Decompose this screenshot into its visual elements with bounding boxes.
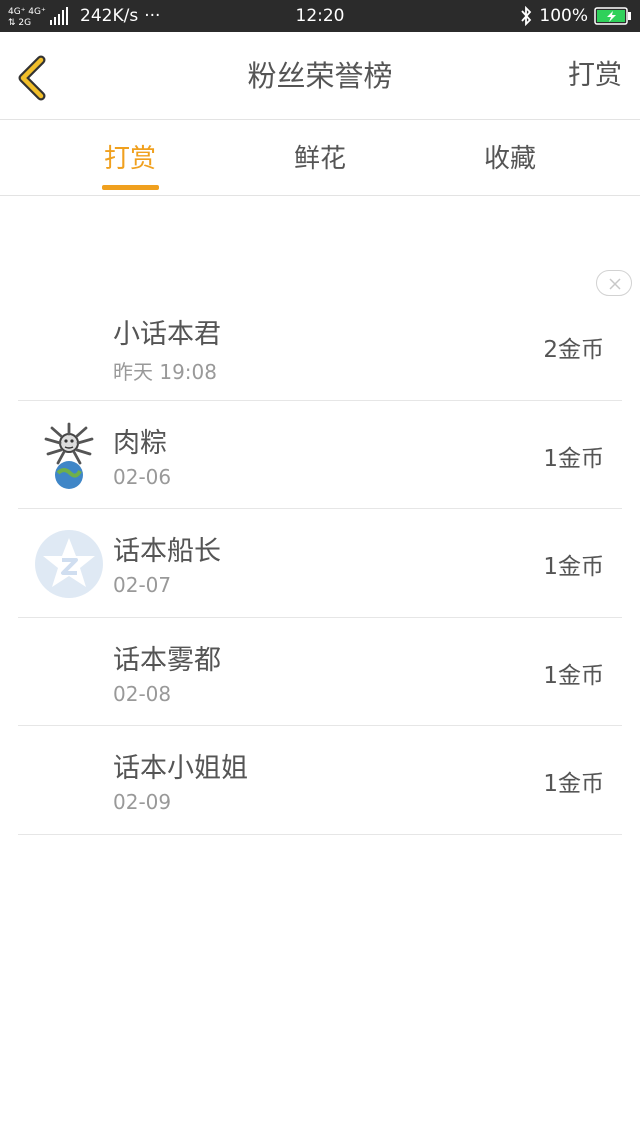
active-tab-indicator	[102, 185, 159, 190]
bluetooth-icon	[521, 6, 532, 26]
tip-date: 02-07	[113, 573, 172, 597]
tip-amount: 1金币	[543, 554, 604, 580]
list-item[interactable]: 话本小姐姐 02-09 1金币	[18, 726, 622, 835]
back-button[interactable]	[14, 54, 54, 102]
tab-favorites[interactable]: 收藏	[440, 121, 580, 196]
more-indicator: ···	[144, 6, 161, 26]
list-item[interactable]: 话本雾都 02-08 1金币	[18, 618, 622, 726]
tip-button[interactable]: 打赏	[568, 32, 622, 120]
page-title: 粉丝荣誉榜	[247, 59, 393, 93]
battery-icon	[594, 7, 631, 25]
network-speed: 242K/s	[80, 6, 139, 26]
tab-flowers[interactable]: 鲜花	[250, 121, 390, 196]
tip-date: 昨天 19:08	[113, 360, 217, 384]
tip-amount: 1金币	[543, 771, 604, 797]
signal-icon: 4G⁺ 4G⁺ ⇅ 2G	[8, 7, 68, 27]
svg-text:4G⁺ 4G⁺: 4G⁺ 4G⁺	[8, 7, 46, 17]
user-name: 肉粽	[113, 427, 167, 459]
list-item[interactable]: 肉粽 02-06 1金币	[18, 401, 622, 509]
cartoon-avatar-icon[interactable]	[34, 421, 104, 491]
tip-amount: 1金币	[543, 445, 604, 472]
chevron-left-icon	[18, 55, 46, 101]
tip-date: 02-06	[113, 464, 172, 489]
status-bar: 4G⁺ 4G⁺ ⇅ 2G 242K/s ··· 12:20 100%	[0, 0, 640, 32]
close-icon	[609, 278, 621, 290]
tab-bar: 打赏 鲜花 收藏	[0, 121, 640, 196]
app-header: 粉丝荣誉榜 打赏	[0, 32, 640, 120]
list-item[interactable]: 小话本君 昨天 19:08 2金币	[18, 292, 622, 401]
status-right: 100%	[519, 0, 632, 32]
user-name: 小话本君	[113, 319, 221, 350]
tip-amount: 1金币	[543, 662, 604, 689]
battery-percent: 100%	[539, 6, 588, 26]
svg-text:⇅ 2G: ⇅ 2G	[8, 18, 31, 27]
tip-date: 02-09	[113, 790, 172, 814]
tip-date: 02-08	[113, 681, 172, 706]
user-name: 话本小姐姐	[113, 753, 248, 784]
status-left: 4G⁺ 4G⁺ ⇅ 2G 242K/s ···	[8, 0, 160, 32]
user-name: 话本船长	[113, 536, 221, 567]
user-name: 话本雾都	[113, 644, 221, 676]
list-item[interactable]: 话本船长 02-07 1金币	[18, 509, 622, 618]
fan-list: 小话本君 昨天 19:08 2金币 肉粽 02-06 1金币 话本船长 02-0…	[18, 292, 622, 835]
tip-amount: 2金币	[543, 337, 604, 363]
qq-star-avatar-icon[interactable]	[34, 529, 104, 599]
